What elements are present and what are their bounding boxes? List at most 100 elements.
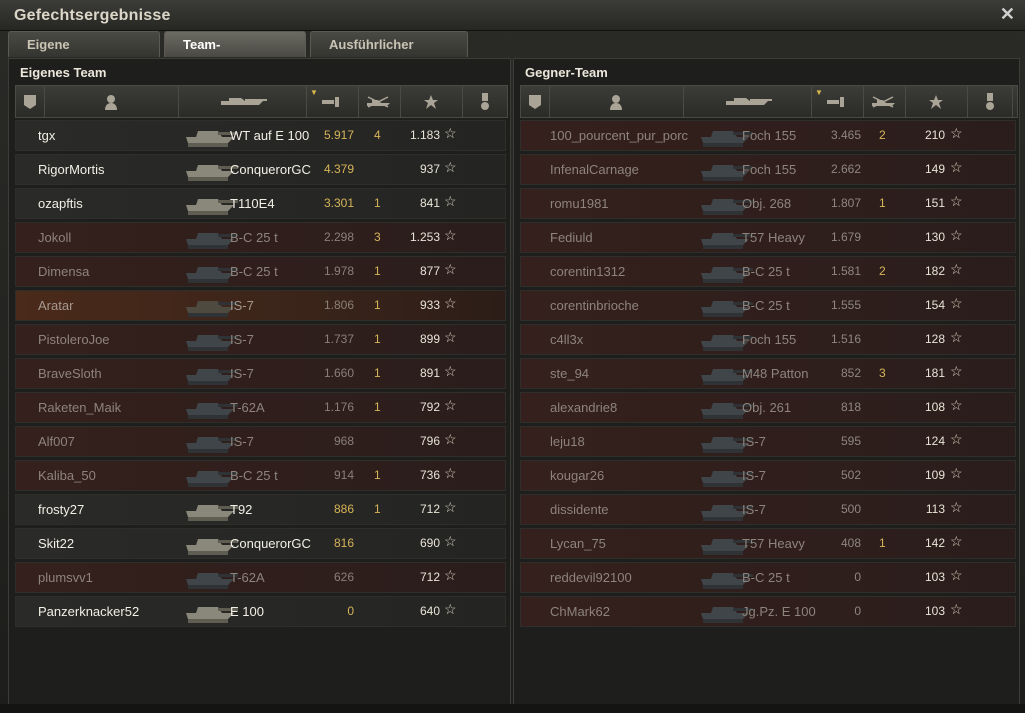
damage-value: 886 <box>333 502 354 516</box>
xp-value: 712 <box>419 502 440 516</box>
player-row[interactable]: Raketen_Maik T-62A 1.176 1 792 ☆ <box>15 392 506 423</box>
star-icon: ☆ <box>950 329 963 345</box>
player-row[interactable]: Lycan_75 T57 Heavy 408 1 142 ☆ <box>520 528 1016 559</box>
player-name: BraveSloth <box>38 366 102 381</box>
xp-value: 891 <box>419 366 440 380</box>
kills-value: 1 <box>374 332 381 346</box>
player-row[interactable]: InfenalCarnage Foch 155 2.662 149 ☆ <box>520 154 1016 185</box>
player-row[interactable]: corentinbrioche B-C 25 t 1.555 154 ☆ <box>520 290 1016 321</box>
player-row[interactable]: alexandrie8 Obj. 261 818 108 ☆ <box>520 392 1016 423</box>
close-icon[interactable]: ✕ <box>1000 4 1015 25</box>
header-platoon-icon[interactable] <box>16 86 45 117</box>
player-row[interactable]: Fediuld T57 Heavy 1.679 130 ☆ <box>520 222 1016 253</box>
vehicle-name: Obj. 268 <box>742 196 792 211</box>
player-row[interactable]: Jokoll B-C 25 t 2.298 3 1.253 ☆ <box>15 222 506 253</box>
player-row[interactable]: Aratar IS-7 1.806 1 933 ☆ <box>15 290 506 321</box>
star-icon: ☆ <box>950 499 963 515</box>
tab-team-auswertung[interactable]: Team-Auswertung <box>164 31 306 77</box>
star-icon: ☆ <box>444 601 457 617</box>
player-row[interactable]: c4ll3x Foch 155 1.516 128 ☆ <box>520 324 1016 355</box>
xp-value: 103 <box>924 570 945 584</box>
tab-ausfuehrlicher-bericht[interactable]: Ausführlicher Bericht <box>310 31 468 77</box>
header-player-icon[interactable] <box>44 86 179 117</box>
player-row[interactable]: leju18 IS-7 595 124 ☆ <box>520 426 1016 457</box>
damage-value: 0 <box>347 604 354 618</box>
player-name: Aratar <box>38 298 74 313</box>
player-row[interactable]: ozapftis T110E4 3.301 1 841 ☆ <box>15 188 506 219</box>
xp-value: 113 <box>925 502 945 516</box>
player-row[interactable]: frosty27 T92 886 1 712 ☆ <box>15 494 506 525</box>
player-name: Fediuld <box>550 230 593 245</box>
player-row[interactable]: reddevil92100 B-C 25 t 0 103 ☆ <box>520 562 1016 593</box>
xp-value: 690 <box>419 536 440 550</box>
header-damage-icon[interactable]: ▼ <box>811 86 864 117</box>
kills-value: 2 <box>879 264 886 278</box>
player-name: Jokoll <box>38 230 72 245</box>
player-row[interactable]: BraveSloth IS-7 1.660 1 891 ☆ <box>15 358 506 389</box>
header-xp-star-icon[interactable] <box>905 86 968 117</box>
player-row[interactable]: ste_94 M48 Patton 852 3 181 ☆ <box>520 358 1016 389</box>
player-name: dissidente <box>550 502 609 517</box>
player-row[interactable]: corentin1312 B-C 25 t 1.581 2 182 ☆ <box>520 256 1016 287</box>
player-name: Panzerknacker52 <box>38 604 140 619</box>
damage-value: 1.516 <box>830 332 861 346</box>
star-icon: ☆ <box>950 431 963 447</box>
xp-value: 937 <box>419 162 440 176</box>
kills-value: 1 <box>879 196 886 210</box>
header-medal-icon[interactable] <box>967 86 1013 117</box>
player-name: c4ll3x <box>550 332 584 347</box>
star-icon: ☆ <box>444 295 457 311</box>
xp-value: 128 <box>924 332 945 346</box>
header-vehicle-icon[interactable] <box>178 86 307 117</box>
damage-value: 3.465 <box>830 128 861 142</box>
vehicle-name: ConquerorGC <box>230 162 311 177</box>
header-xp-star-icon[interactable] <box>400 86 463 117</box>
damage-value: 5.917 <box>323 128 354 142</box>
player-row[interactable]: tgx WT auf E 100 5.917 4 1.183 ☆ <box>15 120 506 151</box>
header-platoon-icon[interactable] <box>521 86 550 117</box>
player-row[interactable]: romu1981 Obj. 268 1.807 1 151 ☆ <box>520 188 1016 219</box>
star-icon: ☆ <box>444 261 457 277</box>
player-row[interactable]: dissidente IS-7 500 113 ☆ <box>520 494 1016 525</box>
player-name: tgx <box>38 128 56 143</box>
xp-value: 736 <box>419 468 440 482</box>
player-row[interactable]: 100_pourcent_pur_porc Foch 155 3.465 2 210 ☆ <box>520 120 1016 151</box>
enemy-team-title: Gegner-Team <box>525 65 608 80</box>
star-icon: ☆ <box>444 465 457 481</box>
player-name: kougar26 <box>550 468 605 483</box>
header-kills-icon[interactable] <box>863 86 906 117</box>
player-row[interactable]: Panzerknacker52 E 100 0 640 ☆ <box>15 596 506 627</box>
xp-value: 899 <box>419 332 440 346</box>
player-row[interactable]: Kaliba_50 B-C 25 t 914 1 736 ☆ <box>15 460 506 491</box>
player-row[interactable]: plumsvv1 T-62A 626 712 ☆ <box>15 562 506 593</box>
xp-value: 712 <box>419 570 440 584</box>
player-row[interactable]: PistoleroJoe IS-7 1.737 1 899 ☆ <box>15 324 506 355</box>
damage-value: 595 <box>840 434 861 448</box>
xp-value: 1.253 <box>409 230 440 244</box>
own-team-header: ▼ <box>15 85 508 118</box>
player-name: ozapftis <box>38 196 83 211</box>
tab-bar: Eigene Auswertung Team-Auswertung Ausfüh… <box>8 31 468 77</box>
player-row[interactable]: Alf007 IS-7 968 796 ☆ <box>15 426 506 457</box>
kills-value: 1 <box>374 468 381 482</box>
header-medal-icon[interactable] <box>462 86 508 117</box>
star-icon: ☆ <box>444 329 457 345</box>
player-row[interactable]: Dimensa B-C 25 t 1.978 1 877 ☆ <box>15 256 506 287</box>
header-damage-icon[interactable]: ▼ <box>306 86 359 117</box>
tab-eigene-auswertung[interactable]: Eigene Auswertung <box>8 31 160 77</box>
player-row[interactable]: Skit22 ConquerorGC 816 690 ☆ <box>15 528 506 559</box>
vehicle-name: B-C 25 t <box>742 570 790 585</box>
vehicle-name: B-C 25 t <box>230 468 278 483</box>
player-name: corentin1312 <box>550 264 626 279</box>
vehicle-name: IS-7 <box>742 434 766 449</box>
player-row[interactable]: ChMark62 Jg.Pz. E 100 0 103 ☆ <box>520 596 1016 627</box>
player-row[interactable]: RigorMortis ConquerorGC 4.379 937 ☆ <box>15 154 506 185</box>
player-row[interactable]: kougar26 IS-7 502 109 ☆ <box>520 460 1016 491</box>
damage-value: 626 <box>333 570 354 584</box>
header-kills-icon[interactable] <box>358 86 401 117</box>
header-player-icon[interactable] <box>549 86 684 117</box>
header-vehicle-icon[interactable] <box>683 86 812 117</box>
damage-value: 502 <box>840 468 861 482</box>
player-name: Skit22 <box>38 536 75 551</box>
damage-value: 852 <box>840 366 861 380</box>
